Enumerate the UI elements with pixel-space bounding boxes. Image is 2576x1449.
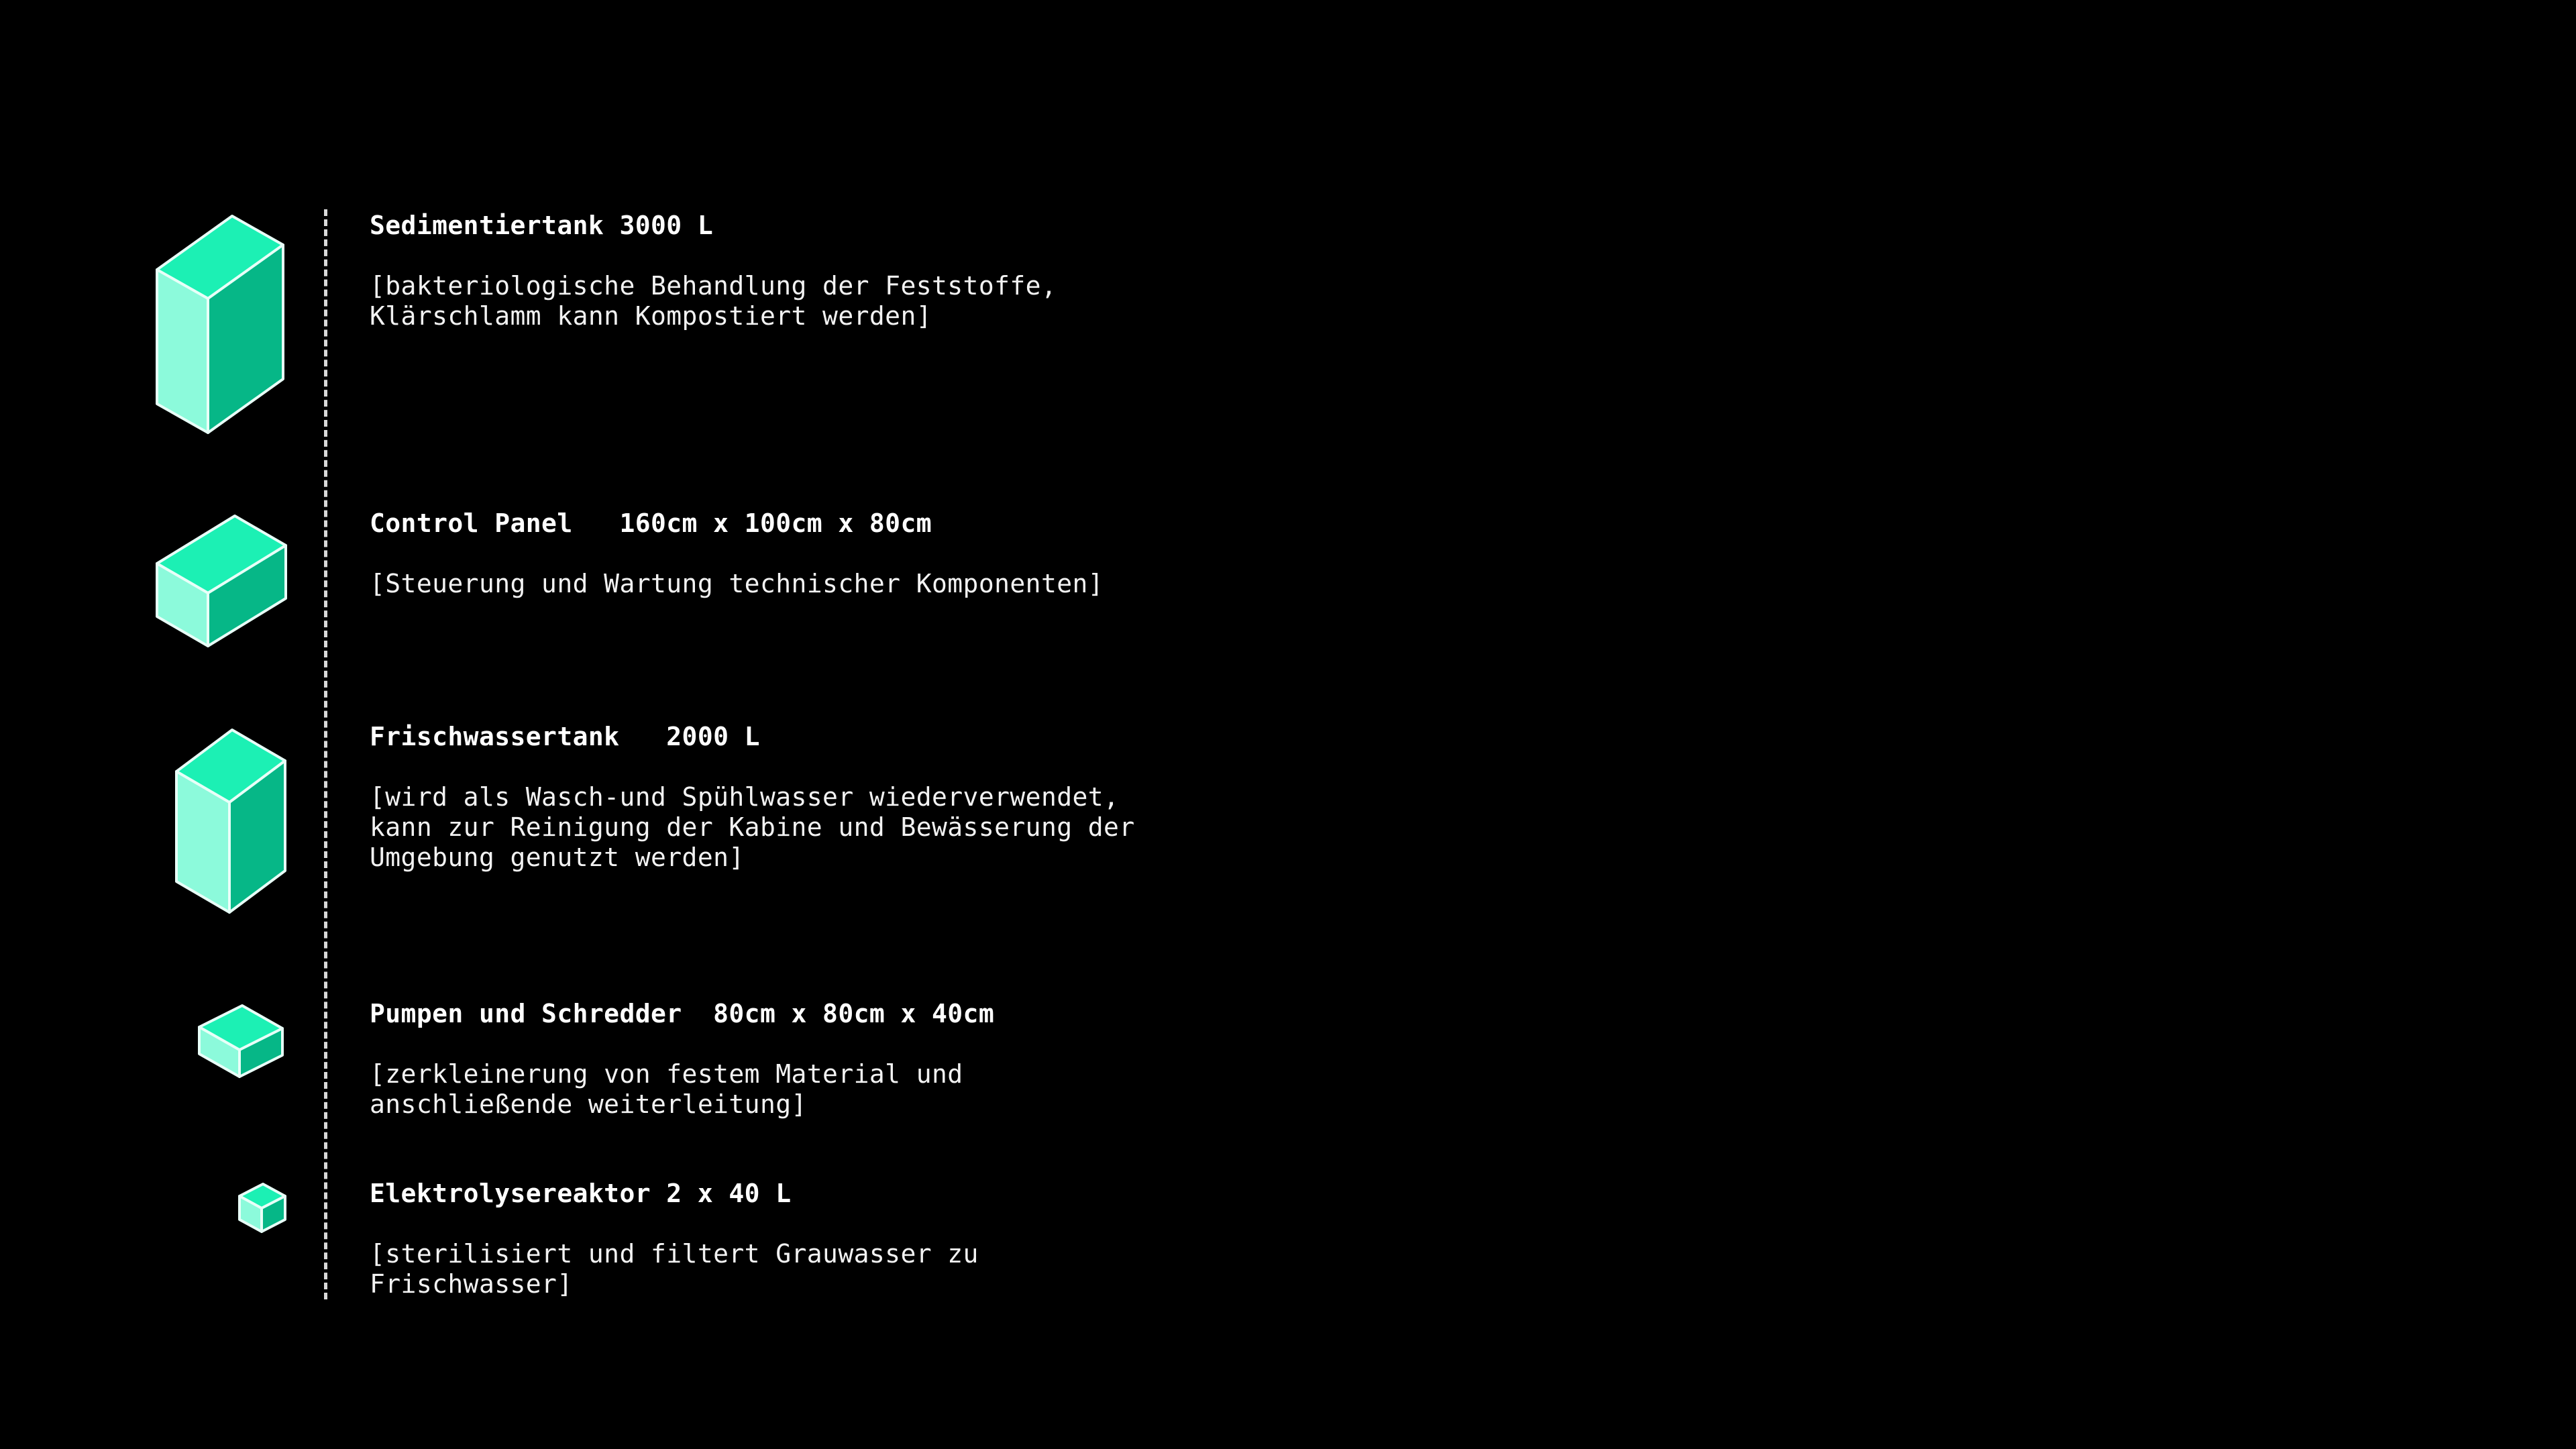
item-description: [Steuerung und Wartung technischer Kompo… (370, 569, 1104, 598)
freshwater-tank-icon (175, 729, 286, 914)
item-title: Frischwassertank 2000 L (370, 722, 760, 751)
item-title: Control Panel 160cm x 100cm x 80cm (370, 508, 932, 538)
pump-shredder-icon (198, 1004, 284, 1078)
item-description: [sterilisiert und filtert Grauwasser zu … (370, 1239, 979, 1299)
item-pumpen-schredder: Pumpen und Schredder 80cm x 80cm x 40cm … (370, 999, 1477, 1120)
item-control-panel: Control Panel 160cm x 100cm x 80cm [Steu… (370, 508, 1477, 599)
sediment-tank-icon (156, 215, 284, 434)
item-description: [bakteriologische Behandlung der Feststo… (370, 271, 1057, 331)
item-elektrolysereaktor: Elektrolysereaktor 2 x 40 L [sterilisier… (370, 1179, 1477, 1299)
electrolysis-reactor-icon (238, 1183, 286, 1233)
item-title: Pumpen und Schredder 80cm x 80cm x 40cm (370, 999, 995, 1028)
item-sedimentiertank: Sedimentiertank 3000 L [bakteriologische… (370, 211, 1477, 331)
item-title: Elektrolysereaktor 2 x 40 L (370, 1179, 792, 1208)
dashed-divider (324, 209, 327, 1299)
item-description: [zerkleinerung von festem Material und a… (370, 1059, 963, 1119)
item-description: [wird als Wasch-und Spühlwasser wiederve… (370, 782, 1135, 872)
item-title: Sedimentiertank 3000 L (370, 211, 714, 240)
item-frischwassertank: Frischwassertank 2000 L [wird als Wasch-… (370, 722, 1477, 873)
control-panel-icon (156, 515, 287, 647)
